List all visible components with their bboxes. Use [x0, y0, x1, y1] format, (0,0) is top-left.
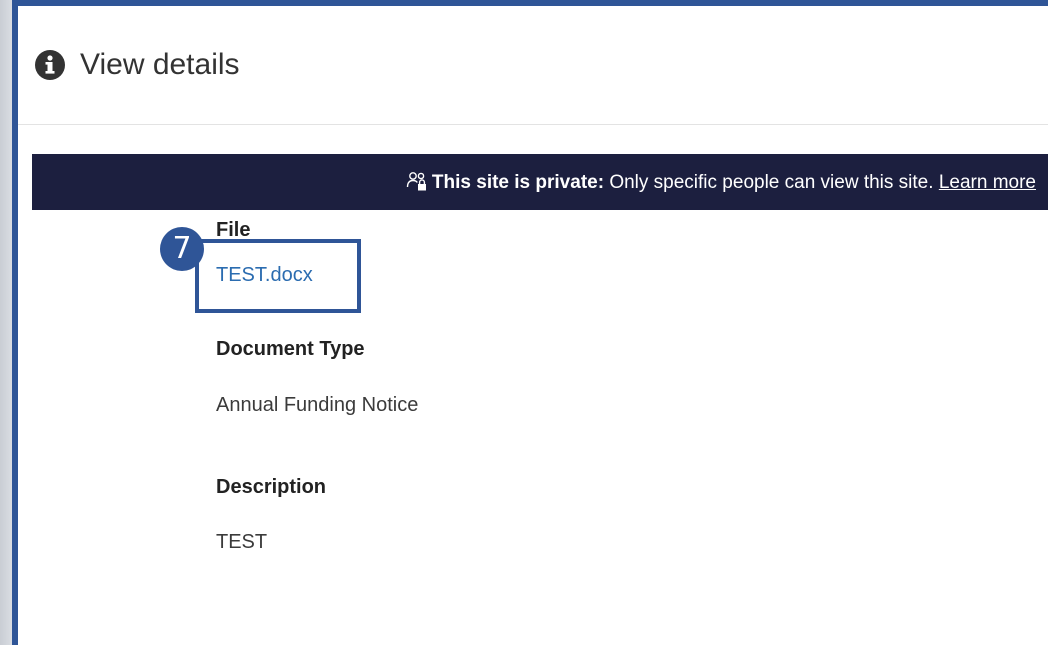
people-lock-icon	[406, 172, 426, 191]
info-circle-icon	[35, 50, 65, 80]
dialog-header: View details	[18, 6, 1048, 125]
dialog-title: View details	[80, 48, 240, 81]
document-type-label: Document Type	[216, 338, 365, 360]
banner-strong-text: This site is private:	[431, 172, 605, 193]
learn-more-link[interactable]: Learn more	[939, 172, 1036, 193]
banner-text: Only specific people can view this site.	[604, 172, 934, 193]
document-type-value: Annual Funding Notice	[216, 394, 419, 416]
view-details-dialog: View details This site is private: Only …	[12, 0, 1048, 645]
description-value: TEST	[216, 531, 268, 553]
private-site-banner: This site is private: Only specific peop…	[32, 154, 1048, 210]
description-label: Description	[216, 476, 327, 498]
step-number-badge: 7	[160, 227, 204, 271]
file-highlight-box	[195, 239, 361, 313]
